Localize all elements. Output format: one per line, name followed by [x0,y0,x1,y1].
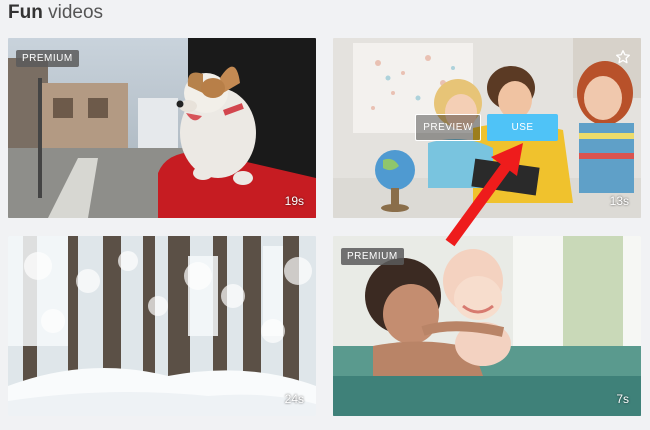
premium-badge: PREMIUM [341,248,404,265]
use-button[interactable]: USE [487,114,558,141]
video-duration: 24s [284,392,304,406]
video-card-pool[interactable]: PREMIUM 7s [333,236,641,416]
video-card-snow-forest[interactable]: 24s [8,236,316,416]
video-card-children[interactable]: PREVIEW USE 13s [333,38,641,218]
video-thumbnail-snow-forest [8,236,316,416]
video-card-dog[interactable]: PREMIUM 19s [8,38,316,218]
section-title: Fun videos [8,2,103,24]
star-outline-icon[interactable] [615,49,631,65]
preview-button[interactable]: PREVIEW [415,114,481,141]
section-title-bold: Fun [8,2,43,23]
video-duration: 13s [609,194,629,208]
premium-badge: PREMIUM [16,50,79,67]
video-duration: 19s [284,194,304,208]
section-title-rest: videos [48,2,104,23]
video-duration: 7s [616,392,629,406]
